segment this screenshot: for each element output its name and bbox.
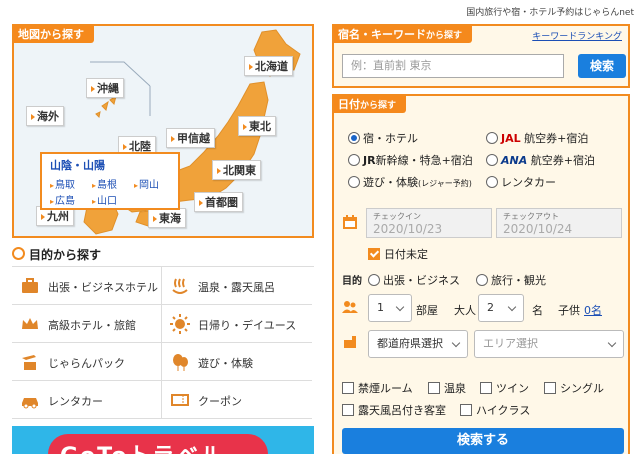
- keyword-input[interactable]: 例：直前割 東京: [342, 54, 564, 78]
- car-icon: [22, 398, 38, 409]
- type-rentacar[interactable]: レンタカー: [486, 174, 556, 190]
- coupon-icon: [171, 394, 189, 406]
- region-okinawa[interactable]: 沖縄: [86, 78, 124, 98]
- type-jr[interactable]: JR新幹線・特急+宿泊: [348, 152, 473, 168]
- region-popup-sanin-sanyo: 山陰・山陽 鳥取 島根 岡山 広島 山口: [40, 152, 180, 210]
- region-shutoken[interactable]: 首都圏: [194, 192, 243, 212]
- pref-link-okayama[interactable]: 岡山: [134, 176, 159, 191]
- goto-travel-banner[interactable]: GoToトラベル: [12, 426, 314, 454]
- pref-link-yamaguchi[interactable]: 山口: [92, 192, 117, 207]
- purpose-business[interactable]: 出張・ビジネスホテル: [12, 267, 162, 305]
- pref-link-hiroshima[interactable]: 広島: [50, 192, 75, 207]
- pref-link-shimane[interactable]: 島根: [92, 176, 117, 191]
- crown-icon: [22, 318, 38, 329]
- purpose-grid: 出張・ビジネスホテル 温泉・露天風呂 高級ホテル・旅館 日帰り・デイユース じゃ…: [12, 266, 314, 419]
- popup-title: 山陰・山陽: [50, 159, 105, 172]
- map-tab: 地図から探す: [14, 26, 94, 43]
- adults-select[interactable]: 2: [478, 294, 524, 322]
- region-overseas[interactable]: 海外: [26, 106, 64, 126]
- purpose-business-radio[interactable]: 出張・ビジネス: [368, 272, 460, 288]
- type-activity[interactable]: 遊び・体験(レジャー予約): [348, 174, 472, 190]
- rooms-select[interactable]: 1: [368, 294, 412, 322]
- type-ana[interactable]: ANA 航空券+宿泊: [486, 152, 595, 168]
- purpose-coupon[interactable]: クーポン: [162, 381, 312, 419]
- checkin-field[interactable]: チェックイン 2020/10/23: [366, 208, 492, 238]
- checkout-field[interactable]: チェックアウト 2020/10/24: [496, 208, 622, 238]
- purpose-luxury[interactable]: 高級ホテル・旅館: [12, 305, 162, 343]
- children-link[interactable]: 0名: [584, 302, 602, 318]
- option-twin[interactable]: ツイン: [480, 380, 529, 396]
- region-koshinetsu[interactable]: 甲信越: [166, 128, 215, 148]
- ana-logo: ANA: [501, 154, 528, 167]
- briefcase-icon: [22, 278, 38, 293]
- date-search-button[interactable]: 検索する: [342, 428, 624, 454]
- type-jal[interactable]: JAL 航空券+宿泊: [486, 130, 588, 146]
- region-tohoku[interactable]: 東北: [238, 116, 276, 136]
- balloon-icon: [173, 354, 188, 371]
- pref-link-tottori[interactable]: 鳥取: [50, 176, 75, 191]
- search-icon: [12, 247, 25, 260]
- hot-spring-icon: [172, 278, 188, 294]
- sun-icon: [170, 314, 190, 334]
- site-tagline: 国内旅行や宿・ホテル予約はじゃらんnet: [466, 8, 634, 18]
- plane-hotel-icon: [22, 355, 36, 370]
- purpose-dayuse[interactable]: 日帰り・デイユース: [162, 305, 312, 343]
- people-icon: [342, 301, 358, 313]
- keyword-ranking-link[interactable]: キーワードランキング: [532, 29, 622, 42]
- region-tokai[interactable]: 東海: [148, 208, 186, 228]
- date-tab: 日付から探す: [334, 96, 407, 113]
- region-kitakanto[interactable]: 北関東: [212, 160, 261, 180]
- calendar-icon: [343, 215, 357, 229]
- option-single[interactable]: シングル: [544, 380, 604, 396]
- type-hotel[interactable]: 宿・ホテル: [348, 130, 418, 146]
- purpose-heading: 目的から探す: [12, 246, 101, 263]
- radio-selected: [348, 132, 360, 144]
- keyword-search-button[interactable]: 検索: [578, 54, 626, 78]
- option-private-bath[interactable]: 露天風呂付き客室: [342, 402, 446, 418]
- option-onsen[interactable]: 温泉: [428, 380, 466, 396]
- purpose-tourism-radio[interactable]: 旅行・観光: [476, 272, 546, 288]
- purpose-onsen[interactable]: 温泉・露天風呂: [162, 267, 312, 305]
- purpose-activities[interactable]: 遊び・体験: [162, 343, 312, 381]
- area-select[interactable]: エリア選択: [474, 330, 624, 358]
- keyword-tab: 宿名・キーワードから探す: [334, 26, 473, 43]
- location-icon: [344, 336, 356, 348]
- jr-logo: JR: [363, 154, 376, 167]
- purpose-label: 目的: [342, 276, 362, 287]
- date-undecided-checkbox[interactable]: 日付未定: [368, 246, 428, 262]
- date-search-panel: 日付から探す 宿・ホテル JAL 航空券+宿泊 JR新幹線・特急+宿泊 ANA …: [332, 94, 630, 454]
- map-search-panel: 地図から探す 北海道 沖縄 海外 北陸 甲信越 東北 北関東 首都圏 九州 東海…: [12, 24, 314, 238]
- jal-logo: JAL: [501, 132, 521, 145]
- option-nonsmoking[interactable]: 禁煙ルーム: [342, 380, 413, 396]
- keyword-search-panel: 宿名・キーワードから探す キーワードランキング 例：直前割 東京 検索: [332, 24, 630, 88]
- purpose-jalan-pack[interactable]: じゃらんパック: [12, 343, 162, 381]
- region-hokkaido[interactable]: 北海道: [244, 56, 293, 76]
- prefecture-select[interactable]: 都道府県選択: [368, 330, 468, 358]
- option-highclass[interactable]: ハイクラス: [460, 402, 530, 418]
- purpose-rentacar[interactable]: レンタカー: [12, 381, 162, 419]
